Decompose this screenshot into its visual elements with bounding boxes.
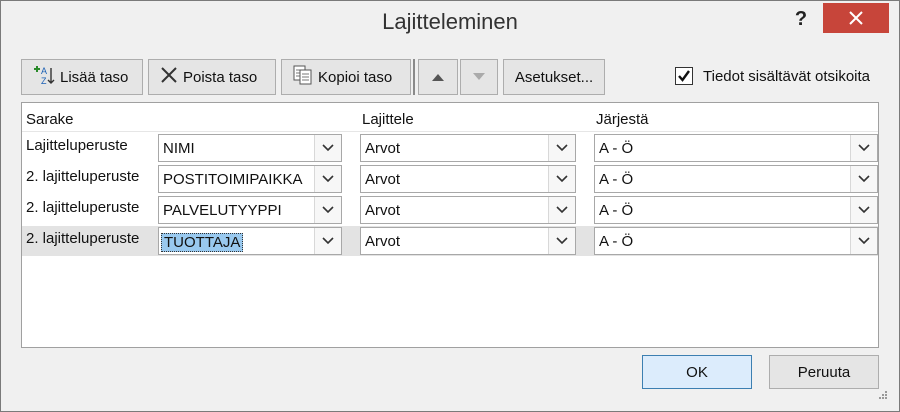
sort-on-value: Arvot [365, 233, 401, 250]
headers-checkbox-label: Tiedot sisältävät otsikoita [703, 67, 871, 85]
close-button[interactable] [823, 3, 889, 33]
order-value: A - Ö [599, 140, 634, 157]
cancel-button[interactable]: Peruuta [769, 355, 879, 389]
delete-level-label: Poista taso [183, 68, 258, 86]
help-button[interactable]: ? [781, 5, 821, 33]
order-value: A - Ö [599, 171, 634, 188]
column-value: NIMI [163, 140, 195, 157]
header-sort-on: Lajittele [362, 111, 414, 128]
chevron-down-icon[interactable] [548, 166, 575, 192]
chevron-down-icon[interactable] [850, 197, 877, 223]
dialog-title: Lajitteleminen [382, 9, 518, 34]
column-value: TUOTTAJA [161, 233, 244, 252]
delete-icon [159, 65, 179, 89]
sort-dialog: Lajitteleminen ? A Z Lisää taso Poista t… [0, 0, 900, 412]
column-select[interactable]: TUOTTAJA [158, 227, 342, 255]
column-value: POSTITOIMIPAIKKA [163, 171, 303, 188]
chevron-down-icon[interactable] [314, 166, 341, 192]
sort-levels-grid: Sarake Lajittele Järjestä Lajitteluperus… [21, 102, 879, 348]
column-select[interactable]: PALVELUTYYPPI [158, 196, 342, 224]
svg-text:Z: Z [41, 76, 47, 86]
options-button[interactable]: Asetukset... [503, 59, 605, 95]
chevron-down-icon[interactable] [850, 228, 877, 254]
sort-on-select[interactable]: Arvot [360, 165, 576, 193]
order-value: A - Ö [599, 233, 634, 250]
resize-grip-icon[interactable] [877, 389, 889, 401]
copy-icon [292, 64, 314, 90]
toolbar-separator [413, 59, 415, 95]
delete-level-button[interactable]: Poista taso [148, 59, 276, 95]
order-value: A - Ö [599, 202, 634, 219]
chevron-down-icon[interactable] [548, 228, 575, 254]
sort-level-row[interactable]: 2. lajitteluperuste POSTITOIMIPAIKKA Arv… [22, 164, 878, 194]
sort-level-row-selected[interactable]: 2. lajitteluperuste TUOTTAJA Arvot A - Ö [22, 226, 878, 256]
column-select[interactable]: POSTITOIMIPAIKKA [158, 165, 342, 193]
row-label: 2. lajitteluperuste [26, 168, 140, 185]
copy-level-button[interactable]: Kopioi taso [281, 59, 411, 95]
sort-on-value: Arvot [365, 140, 401, 157]
ok-button[interactable]: OK [642, 355, 752, 389]
column-select[interactable]: NIMI [158, 134, 342, 162]
order-select[interactable]: A - Ö [594, 196, 878, 224]
sort-on-value: Arvot [365, 202, 401, 219]
move-down-button[interactable] [460, 59, 498, 95]
header-order: Järjestä [596, 111, 649, 128]
header-divider [22, 131, 878, 132]
headers-checkbox-row[interactable]: Tiedot sisältävät otsikoita [675, 67, 870, 85]
column-value: PALVELUTYYPPI [163, 202, 282, 219]
sort-level-row[interactable]: 2. lajitteluperuste PALVELUTYYPPI Arvot … [22, 195, 878, 225]
chevron-down-icon[interactable] [548, 197, 575, 223]
chevron-down-icon[interactable] [314, 228, 341, 254]
headers-checkbox[interactable] [675, 67, 693, 85]
row-label: 2. lajitteluperuste [26, 230, 140, 247]
order-select[interactable]: A - Ö [594, 227, 878, 255]
order-select[interactable]: A - Ö [594, 165, 878, 193]
title-bar: Lajitteleminen ? [1, 1, 899, 45]
close-icon [849, 11, 863, 25]
sort-level-row[interactable]: Lajitteluperuste NIMI Arvot A - Ö [22, 133, 878, 163]
svg-text:A: A [41, 66, 47, 76]
row-label: Lajitteluperuste [26, 137, 128, 154]
arrow-down-icon [473, 73, 485, 80]
copy-level-label: Kopioi taso [318, 68, 393, 86]
chevron-down-icon[interactable] [314, 135, 341, 161]
row-label: 2. lajitteluperuste [26, 199, 140, 216]
add-level-icon: A Z [32, 64, 56, 90]
sort-on-select[interactable]: Arvot [360, 227, 576, 255]
header-column: Sarake [26, 111, 74, 128]
order-select[interactable]: A - Ö [594, 134, 878, 162]
chevron-down-icon[interactable] [548, 135, 575, 161]
sort-on-select[interactable]: Arvot [360, 134, 576, 162]
arrow-up-icon [432, 74, 444, 81]
chevron-down-icon[interactable] [850, 135, 877, 161]
checkmark-icon [678, 70, 690, 82]
chevron-down-icon[interactable] [850, 166, 877, 192]
move-up-button[interactable] [418, 59, 458, 95]
sort-on-value: Arvot [365, 171, 401, 188]
add-level-label: Lisää taso [60, 68, 129, 86]
sort-on-select[interactable]: Arvot [360, 196, 576, 224]
chevron-down-icon[interactable] [314, 197, 341, 223]
add-level-button[interactable]: A Z Lisää taso [21, 59, 143, 95]
options-label: Asetukset... [514, 68, 594, 86]
